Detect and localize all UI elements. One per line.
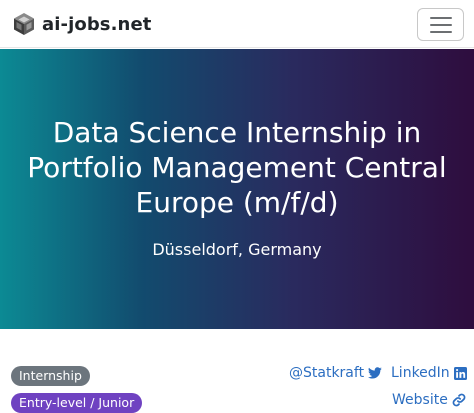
brand-link[interactable]: ai-jobs.net: [11, 11, 152, 37]
linkedin-link-label: LinkedIn: [391, 365, 450, 381]
job-location: Düsseldorf, Germany: [152, 240, 322, 259]
job-type-badge[interactable]: Internship: [11, 366, 90, 386]
twitter-link[interactable]: @Statkraft: [289, 364, 382, 382]
experience-level-badge[interactable]: Entry-level / Junior: [11, 393, 143, 413]
link-icon: [452, 393, 466, 407]
hamburger-menu-icon: [429, 30, 452, 33]
linkedin-icon: [453, 366, 467, 380]
job-hero-banner: Data Science Internship in Portfolio Man…: [0, 49, 474, 329]
twitter-link-label: @Statkraft: [289, 365, 365, 381]
cube-logo-icon: [14, 13, 34, 35]
website-link[interactable]: Website: [392, 391, 466, 409]
brand-name: ai-jobs.net: [42, 13, 152, 35]
job-title: Data Science Internship in Portfolio Man…: [27, 116, 447, 219]
linkedin-link[interactable]: LinkedIn: [391, 364, 467, 382]
website-link-label: Website: [392, 392, 448, 408]
navbar: ai-jobs.net: [0, 0, 474, 48]
hamburger-menu-icon: [429, 16, 452, 19]
menu-toggle-button[interactable]: [417, 8, 464, 41]
hamburger-menu-icon: [429, 23, 452, 26]
twitter-icon: [368, 367, 382, 379]
